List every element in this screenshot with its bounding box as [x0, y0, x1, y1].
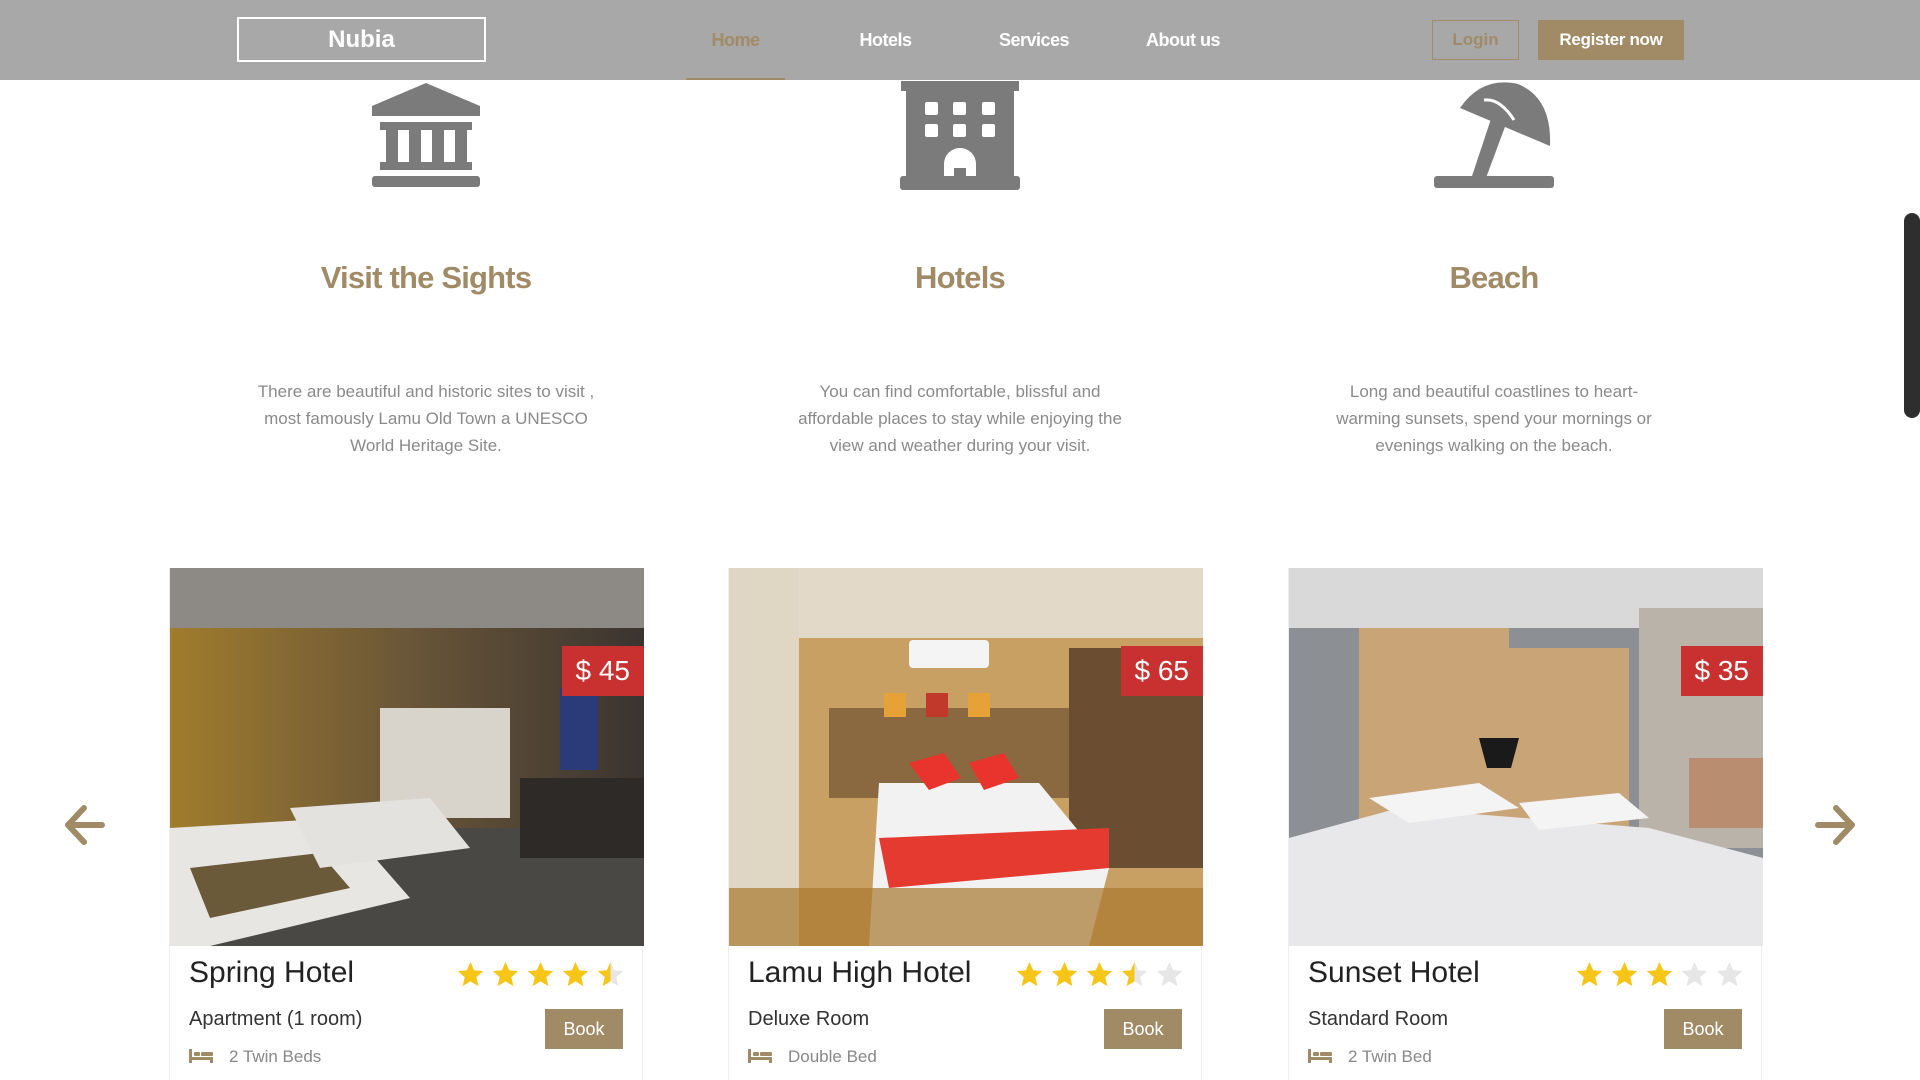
- nav-link-hotels[interactable]: Hotels: [836, 0, 935, 80]
- brand-logo[interactable]: Nubia: [237, 17, 486, 62]
- room-type: Deluxe Room: [748, 1008, 870, 1030]
- star-icon: [1576, 961, 1603, 987]
- bed-info: Double Bed: [788, 1047, 877, 1066]
- hotel-card: $ 65 Lamu High Hotel Deluxe Room Book Do…: [728, 568, 1203, 1080]
- feature-title: Visit the Sights: [320, 260, 532, 295]
- bed-icon: [748, 1049, 772, 1063]
- star-icon: [1646, 961, 1673, 987]
- feature-description: You can find comfortable, blissful and a…: [798, 382, 1122, 455]
- price-badge: $ 45: [561, 646, 644, 696]
- feature-title: Beach: [1449, 260, 1539, 295]
- star-icon: [457, 961, 484, 987]
- hotel-building-icon: [900, 81, 1020, 190]
- nav-link-services[interactable]: Services: [984, 0, 1084, 80]
- hotel-card: $ 45 Spring Hotel Apartment (1 room) Boo…: [169, 568, 644, 1080]
- hotel-photo[interactable]: $ 45: [170, 568, 644, 946]
- feature-description: There are beautiful and historic sites t…: [257, 382, 595, 455]
- hotel-card: $ 35 Sunset Hotel Standard Room Book 2 T…: [1288, 568, 1763, 1080]
- hotel-photo[interactable]: $ 65: [729, 568, 1203, 946]
- star-icon: [1716, 961, 1743, 987]
- star-icon: [527, 961, 554, 987]
- hotel-photo[interactable]: $ 35: [1289, 568, 1763, 946]
- price-badge: $ 65: [1120, 646, 1203, 696]
- register-button[interactable]: Register now: [1538, 20, 1684, 60]
- login-button[interactable]: Login: [1432, 20, 1519, 60]
- bed-icon: [189, 1049, 213, 1063]
- beach-umbrella-icon: [1434, 82, 1554, 188]
- star-icon: [1051, 961, 1078, 987]
- book-button[interactable]: Book: [1104, 1009, 1182, 1049]
- landmark-icon: [372, 83, 480, 187]
- nav-link-about[interactable]: About us: [1133, 0, 1233, 80]
- star-icon: [1121, 961, 1148, 987]
- price-badge: $ 35: [1680, 646, 1763, 696]
- feature-title: Hotels: [915, 260, 1006, 295]
- hotel-name[interactable]: Spring Hotel: [189, 956, 354, 990]
- star-icon: [1086, 961, 1113, 987]
- bed-info: 2 Twin Bed: [1348, 1047, 1432, 1066]
- nav-link-home[interactable]: Home: [686, 0, 785, 80]
- hotel-name[interactable]: Sunset Hotel: [1308, 956, 1480, 990]
- bed-info: 2 Twin Beds: [229, 1047, 322, 1066]
- bed-icon: [1308, 1049, 1332, 1063]
- scrollbar-thumb[interactable]: [1904, 213, 1920, 418]
- active-nav-indicator: [686, 78, 785, 80]
- star-icon: [1156, 961, 1183, 987]
- arrow-right-icon[interactable]: [1814, 800, 1858, 850]
- room-type: Apartment (1 room): [189, 1008, 363, 1030]
- hotel-name[interactable]: Lamu High Hotel: [748, 956, 971, 990]
- star-icon: [597, 961, 624, 987]
- arrow-left-icon[interactable]: [62, 800, 106, 850]
- book-button[interactable]: Book: [545, 1009, 623, 1049]
- star-rating: [1575, 960, 1744, 994]
- star-icon: [1016, 961, 1043, 987]
- star-rating: [1015, 960, 1184, 994]
- star-icon: [562, 961, 589, 987]
- feature-description: Long and beautiful coastlines to heart-w…: [1336, 382, 1652, 455]
- navbar: Nubia Home Hotels Services About us Logi…: [0, 0, 1920, 80]
- star-icon: [1681, 961, 1708, 987]
- star-icon: [492, 961, 519, 987]
- star-icon: [1611, 961, 1638, 987]
- room-type: Standard Room: [1308, 1008, 1449, 1030]
- star-rating: [456, 960, 625, 994]
- book-button[interactable]: Book: [1664, 1009, 1742, 1049]
